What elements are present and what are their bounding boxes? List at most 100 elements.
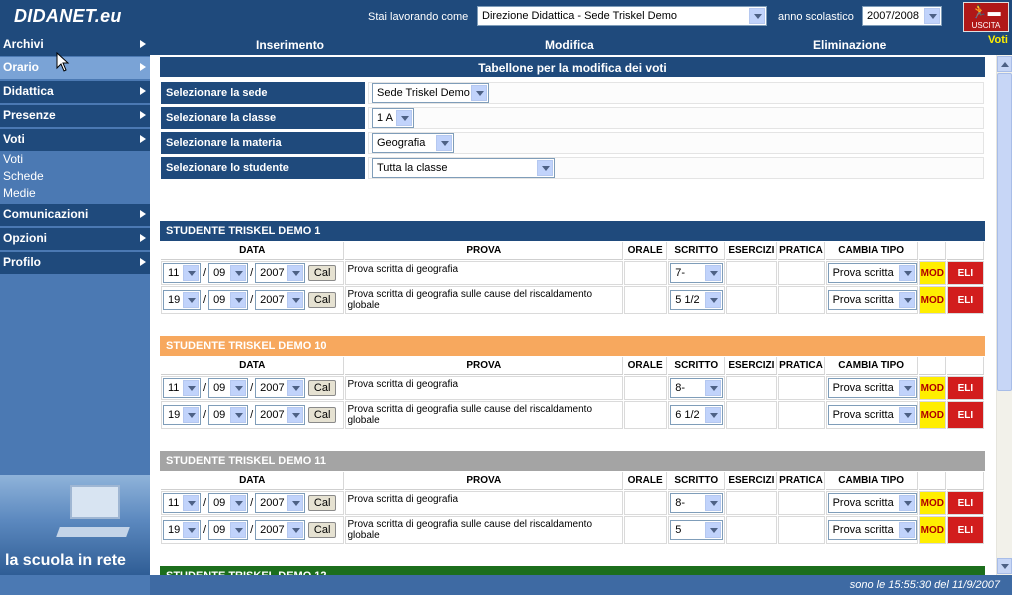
orale-cell[interactable]	[624, 491, 668, 515]
pratica-cell[interactable]	[778, 376, 825, 400]
day-select[interactable]: 19	[163, 520, 201, 540]
col-mod	[918, 357, 946, 375]
nav-inserimento[interactable]: Inserimento	[256, 38, 324, 52]
esercizi-cell[interactable]	[726, 401, 778, 429]
day-select[interactable]: 19	[163, 290, 201, 310]
orale-cell[interactable]	[624, 261, 668, 285]
eli-button[interactable]: ELI	[946, 516, 984, 544]
calendar-button[interactable]: Cal	[307, 521, 337, 538]
prova-description[interactable]: Prova scritta di geografia sulle cause d…	[345, 516, 624, 544]
pratica-cell[interactable]	[778, 491, 825, 515]
sidebar-item-didattica[interactable]: Didattica	[0, 81, 150, 103]
scritto-select[interactable]: 5 1/2	[670, 290, 724, 310]
year-select[interactable]: 2007	[255, 290, 306, 310]
nav-modifica[interactable]: Modifica	[545, 38, 594, 52]
tipo-select[interactable]: Prova scritta	[827, 290, 917, 310]
school-year-select[interactable]: 2007/2008	[862, 6, 942, 26]
month-select[interactable]: 09	[208, 290, 249, 310]
mod-button[interactable]: MOD	[918, 286, 946, 314]
tipo-select[interactable]: Prova scritta	[827, 520, 917, 540]
mod-button[interactable]: MOD	[918, 401, 946, 429]
orale-cell[interactable]	[624, 516, 668, 544]
pratica-cell[interactable]	[778, 516, 825, 544]
month-select[interactable]: 09	[208, 405, 249, 425]
classe-select[interactable]: 1 A	[372, 108, 414, 128]
eli-button[interactable]: ELI	[946, 376, 984, 400]
mod-button[interactable]: MOD	[918, 491, 946, 515]
esercizi-cell[interactable]	[726, 286, 778, 314]
scroll-up-icon[interactable]	[997, 56, 1012, 72]
esercizi-cell[interactable]	[726, 261, 778, 285]
esercizi-cell[interactable]	[726, 491, 778, 515]
calendar-button[interactable]: Cal	[307, 264, 337, 281]
day-select[interactable]: 11	[163, 378, 201, 398]
eli-button[interactable]: ELI	[946, 286, 984, 314]
month-select[interactable]: 09	[208, 263, 249, 283]
sidebar-subitem-medie[interactable]: Medie	[3, 186, 36, 200]
sidebar-subitem-schede[interactable]: Schede	[3, 169, 44, 183]
prova-description[interactable]: Prova scritta di geografia	[345, 491, 624, 515]
sidebar-item-voti[interactable]: Voti	[0, 129, 150, 151]
tipo-select[interactable]: Prova scritta	[827, 378, 917, 398]
scritto-select[interactable]: 8-	[670, 378, 724, 398]
sede-select[interactable]: Sede Triskel Demo	[372, 83, 489, 103]
day-select[interactable]: 11	[163, 263, 201, 283]
orale-cell[interactable]	[624, 401, 668, 429]
mod-button[interactable]: MOD	[918, 376, 946, 400]
scroll-down-icon[interactable]	[997, 558, 1012, 574]
materia-select[interactable]: Geografia	[372, 133, 454, 153]
scritto-select[interactable]: 8-	[670, 493, 724, 513]
nav-eliminazione[interactable]: Eliminazione	[813, 38, 886, 52]
calendar-button[interactable]: Cal	[307, 291, 337, 308]
orale-cell[interactable]	[624, 376, 668, 400]
year-select[interactable]: 2007	[255, 378, 306, 398]
year-select[interactable]: 2007	[255, 405, 306, 425]
chevron-down-icon	[705, 292, 722, 308]
tipo-cell: Prova scritta	[825, 491, 918, 515]
calendar-button[interactable]: Cal	[307, 406, 337, 423]
month-select[interactable]: 09	[208, 520, 249, 540]
year-select[interactable]: 2007	[255, 263, 306, 283]
sidebar-item-profilo[interactable]: Profilo	[0, 252, 150, 274]
esercizi-cell[interactable]	[726, 376, 778, 400]
sidebar-item-orario[interactable]: Orario	[0, 57, 150, 79]
calendar-button[interactable]: Cal	[307, 379, 337, 396]
sidebar-subitem-voti[interactable]: Voti	[3, 152, 23, 166]
role-select[interactable]: Direzione Didattica - Sede Triskel Demo	[477, 6, 767, 26]
exit-button[interactable]: 🏃▬ USCITA	[963, 2, 1009, 32]
scroll-thumb[interactable]	[997, 73, 1012, 391]
prova-description[interactable]: Prova scritta di geografia	[345, 261, 624, 285]
scritto-select[interactable]: 7-	[670, 263, 724, 283]
tipo-select[interactable]: Prova scritta	[827, 405, 917, 425]
prova-description[interactable]: Prova scritta di geografia sulle cause d…	[345, 286, 624, 314]
day-select[interactable]: 19	[163, 405, 201, 425]
eli-button[interactable]: ELI	[946, 491, 984, 515]
year-select[interactable]: 2007	[255, 493, 306, 513]
scritto-select[interactable]: 6 1/2	[670, 405, 724, 425]
pratica-cell[interactable]	[778, 286, 825, 314]
studente-select[interactable]: Tutta la classe	[372, 158, 555, 178]
pratica-cell[interactable]	[778, 401, 825, 429]
mod-button[interactable]: MOD	[918, 516, 946, 544]
sidebar-item-archivi[interactable]: Archivi	[0, 34, 150, 56]
orale-cell[interactable]	[624, 286, 668, 314]
prova-description[interactable]: Prova scritta di geografia sulle cause d…	[345, 401, 624, 429]
vertical-scrollbar[interactable]	[996, 55, 1012, 575]
pratica-cell[interactable]	[778, 261, 825, 285]
mod-button[interactable]: MOD	[918, 261, 946, 285]
month-select[interactable]: 09	[208, 378, 249, 398]
tipo-select[interactable]: Prova scritta	[827, 493, 917, 513]
sidebar-item-presenze[interactable]: Presenze	[0, 105, 150, 127]
sidebar-item-comunicazioni[interactable]: Comunicazioni	[0, 204, 150, 226]
eli-button[interactable]: ELI	[946, 261, 984, 285]
esercizi-cell[interactable]	[726, 516, 778, 544]
sidebar-item-opzioni[interactable]: Opzioni	[0, 228, 150, 250]
year-select[interactable]: 2007	[255, 520, 306, 540]
eli-button[interactable]: ELI	[946, 401, 984, 429]
calendar-button[interactable]: Cal	[307, 494, 337, 511]
scritto-select[interactable]: 5	[670, 520, 724, 540]
month-select[interactable]: 09	[208, 493, 249, 513]
prova-description[interactable]: Prova scritta di geografia	[345, 376, 624, 400]
day-select[interactable]: 11	[163, 493, 201, 513]
tipo-select[interactable]: Prova scritta	[827, 263, 917, 283]
